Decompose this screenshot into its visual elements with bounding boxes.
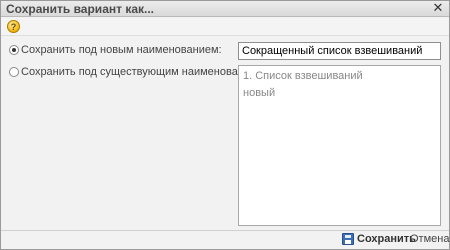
- close-icon[interactable]: ✕: [432, 1, 444, 15]
- dialog-footer: Сохранить Отмена: [1, 230, 449, 249]
- list-item[interactable]: новый: [243, 85, 436, 102]
- option-existing-name-label: Сохранить под существующим наименованием…: [21, 66, 267, 78]
- save-button-label: Сохранить: [357, 233, 416, 245]
- save-variant-dialog: Сохранить вариант как... ✕ ? Сохранить п…: [0, 0, 450, 250]
- option-new-name-label: Сохранить под новым наименованием:: [21, 44, 222, 56]
- radio-existing-name[interactable]: [9, 67, 19, 77]
- existing-variants-list[interactable]: 1. Список взвешиваний новый: [238, 65, 441, 226]
- help-icon[interactable]: ?: [7, 20, 20, 33]
- new-name-input[interactable]: [238, 42, 441, 60]
- title-bar: Сохранить вариант как... ✕: [1, 1, 449, 17]
- list-item[interactable]: 1. Список взвешиваний: [243, 68, 436, 85]
- toolbar: ?: [1, 18, 449, 36]
- option-new-name[interactable]: Сохранить под новым наименованием:: [9, 44, 222, 56]
- floppy-disk-icon: [342, 233, 354, 245]
- radio-new-name[interactable]: [9, 45, 19, 55]
- cancel-button[interactable]: Отмена: [410, 233, 449, 245]
- option-existing-name[interactable]: Сохранить под существующим наименованием…: [9, 66, 267, 78]
- dialog-title: Сохранить вариант как...: [6, 2, 155, 16]
- save-button[interactable]: Сохранить: [342, 233, 416, 245]
